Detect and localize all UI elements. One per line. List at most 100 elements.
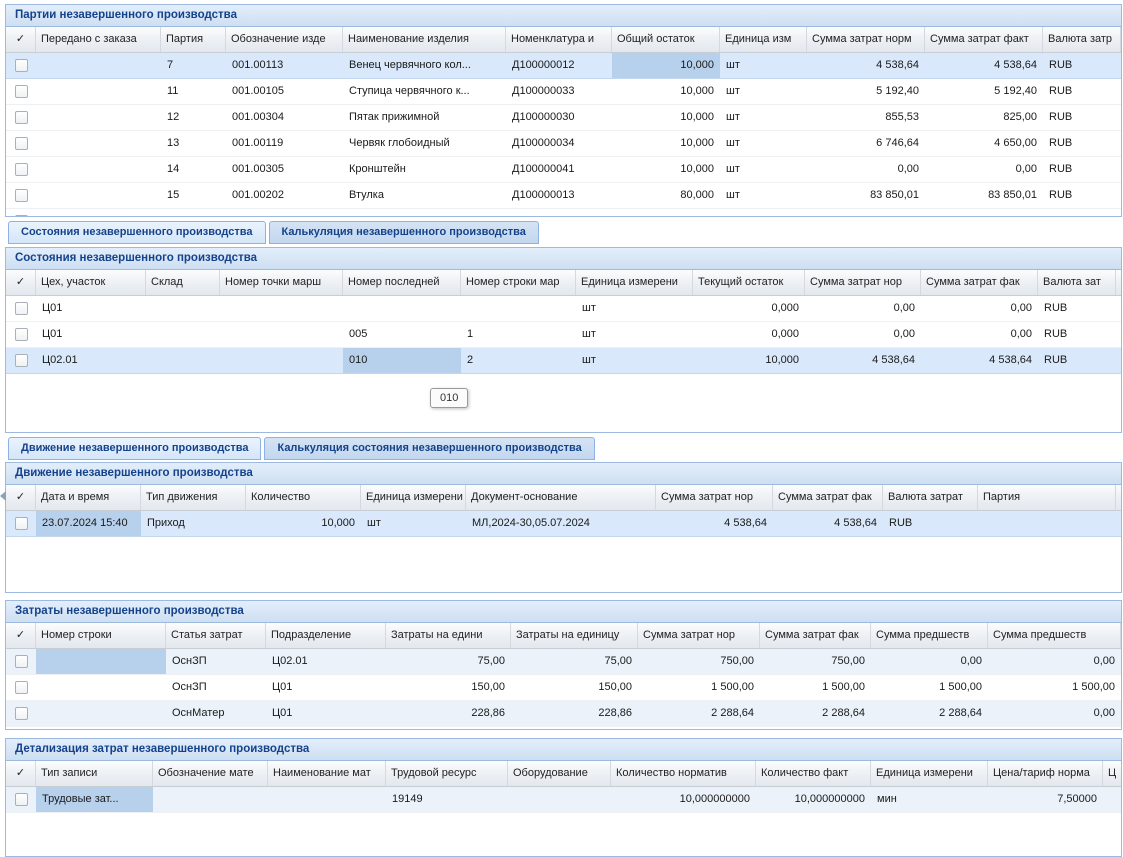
table-cell[interactable]: 21 xyxy=(161,209,226,217)
row-checkbox[interactable] xyxy=(6,131,36,156)
table-cell[interactable]: 0,00 xyxy=(921,322,1038,347)
column-header[interactable]: Сумма затрат нор xyxy=(805,270,921,295)
column-header[interactable]: Номер строки xyxy=(36,623,166,648)
table-cell[interactable]: шт xyxy=(720,209,807,217)
table-cell[interactable] xyxy=(36,105,161,130)
table-cell[interactable]: Ц02.01 xyxy=(36,348,146,373)
table-cell[interactable] xyxy=(220,322,343,347)
table-cell[interactable]: шт xyxy=(576,348,693,373)
table-cell[interactable]: 1 500,00 xyxy=(638,675,760,700)
table-cell[interactable]: шт xyxy=(720,157,807,182)
table-cell[interactable] xyxy=(36,157,161,182)
table-cell[interactable]: Крепление фланцевое xyxy=(343,209,506,217)
table-cell[interactable]: 855,53 xyxy=(807,105,925,130)
column-header[interactable]: Трудовой ресурс xyxy=(386,761,508,786)
table-cell[interactable]: 0,00 xyxy=(807,157,925,182)
column-header[interactable]: Статья затрат xyxy=(166,623,266,648)
column-header[interactable]: Сумма затрат фак xyxy=(760,623,871,648)
table-cell[interactable]: 4 538,64 xyxy=(925,53,1043,78)
column-header[interactable]: Номер точки марш xyxy=(220,270,343,295)
table-row[interactable]: 15001.00202ВтулкаД10000001380,000шт83 85… xyxy=(6,183,1121,209)
table-cell[interactable]: МЛ,2024-30,05.07.2024 xyxy=(466,511,656,536)
table-cell[interactable]: 13 xyxy=(161,131,226,156)
table-row[interactable]: 21001.00401Крепление фланцевоеД100000018… xyxy=(6,209,1121,217)
table-cell[interactable]: 0,00 xyxy=(988,701,1121,726)
table-cell[interactable]: Д100000012 xyxy=(506,53,612,78)
column-header[interactable]: Валюта затр xyxy=(1043,27,1121,52)
column-header[interactable]: Подразделение xyxy=(266,623,386,648)
row-checkbox[interactable] xyxy=(6,675,36,700)
table-cell[interactable]: шт xyxy=(361,511,466,536)
table-cell[interactable]: 2 288,64 xyxy=(871,701,988,726)
column-header[interactable]: Наименование мат xyxy=(268,761,386,786)
table-cell[interactable]: 0,00 xyxy=(805,296,921,321)
table-cell[interactable]: Червяк глобоидный xyxy=(343,131,506,156)
table-cell[interactable]: Ц01 xyxy=(36,322,146,347)
column-header[interactable]: Единица измерени xyxy=(361,485,466,510)
table-cell[interactable]: 001.00119 xyxy=(226,131,343,156)
table-cell[interactable] xyxy=(508,787,611,812)
table-row[interactable]: ОснЗПЦ02.0175,0075,00750,00750,000,000,0… xyxy=(6,649,1121,675)
table-row[interactable]: Ц010051шт0,0000,000,00RUB xyxy=(6,322,1121,348)
table-cell[interactable]: 2 048,00 xyxy=(925,209,1043,217)
table-cell[interactable]: 10,000000000 xyxy=(611,787,756,812)
tab[interactable]: Движение незавершенного производства xyxy=(8,437,261,460)
table-cell[interactable]: шт xyxy=(720,53,807,78)
table-cell[interactable]: 7,50000 xyxy=(988,787,1103,812)
collapse-left-icon[interactable] xyxy=(0,491,6,501)
table-cell[interactable]: RUB xyxy=(1038,296,1116,321)
table-cell[interactable]: 001.00202 xyxy=(226,183,343,208)
table-cell[interactable]: RUB xyxy=(1043,131,1121,156)
column-header[interactable]: Обозначение мате xyxy=(153,761,268,786)
table-cell[interactable]: шт xyxy=(576,322,693,347)
table-cell[interactable] xyxy=(36,79,161,104)
row-checkbox[interactable] xyxy=(6,183,36,208)
table-cell[interactable]: 2 288,64 xyxy=(760,701,871,726)
column-header[interactable]: Сумма предшеств xyxy=(988,623,1121,648)
column-header[interactable]: Валюта зат xyxy=(1038,270,1116,295)
table-cell[interactable]: 5 192,40 xyxy=(925,79,1043,104)
row-checkbox[interactable] xyxy=(6,157,36,182)
table-row[interactable]: Ц01шт0,0000,000,00RUB xyxy=(6,296,1121,322)
table-cell[interactable]: 1 500,00 xyxy=(988,675,1121,700)
table-cell[interactable]: 0,000 xyxy=(693,296,805,321)
table-cell[interactable]: 75,00 xyxy=(386,649,511,674)
table-cell[interactable]: 150,00 xyxy=(511,675,638,700)
column-header[interactable]: Количество норматив xyxy=(611,761,756,786)
table-cell[interactable]: 001.00304 xyxy=(226,105,343,130)
column-header[interactable]: Сумма затрат факт xyxy=(925,27,1043,52)
column-header[interactable]: Дата и время xyxy=(36,485,141,510)
row-checkbox[interactable] xyxy=(6,701,36,726)
table-cell[interactable]: Кронштейн xyxy=(343,157,506,182)
select-all-checkbox-header[interactable]: ✓ xyxy=(6,270,36,295)
table-cell[interactable] xyxy=(36,209,161,217)
table-cell[interactable]: 5 192,40 xyxy=(807,79,925,104)
table-cell[interactable]: 1 xyxy=(461,322,576,347)
column-header[interactable]: Цех, участок xyxy=(36,270,146,295)
tab[interactable]: Калькуляция незавершенного производства xyxy=(269,221,539,244)
table-cell[interactable] xyxy=(36,649,166,674)
table-cell[interactable]: Д100000030 xyxy=(506,105,612,130)
table-cell[interactable]: 10,000 xyxy=(612,131,720,156)
table-cell[interactable]: 1 500,00 xyxy=(760,675,871,700)
table-cell[interactable]: шт xyxy=(720,131,807,156)
table-cell[interactable]: 10,000 xyxy=(612,209,720,217)
column-header[interactable]: Ц xyxy=(1103,761,1121,786)
column-header[interactable]: Сумма затрат норм xyxy=(807,27,925,52)
column-header[interactable]: Передано с заказа xyxy=(36,27,161,52)
column-header[interactable]: Текущий остаток xyxy=(693,270,805,295)
column-header[interactable]: Оборудование xyxy=(508,761,611,786)
table-row[interactable]: ОснМатерЦ01228,86228,862 288,642 288,642… xyxy=(6,701,1121,727)
table-cell[interactable]: 001.00113 xyxy=(226,53,343,78)
table-cell[interactable] xyxy=(461,296,576,321)
table-cell[interactable] xyxy=(36,675,166,700)
row-checkbox[interactable] xyxy=(6,53,36,78)
table-cell[interactable]: 10,000 xyxy=(612,105,720,130)
table-cell[interactable] xyxy=(343,296,461,321)
table-row[interactable]: 13001.00119Червяк глобоидныйД10000003410… xyxy=(6,131,1121,157)
tab[interactable]: Состояния незавершенного производства xyxy=(8,221,266,244)
column-header[interactable]: Сумма предшеств xyxy=(871,623,988,648)
table-cell[interactable]: Ц01 xyxy=(266,675,386,700)
select-all-checkbox-header[interactable]: ✓ xyxy=(6,485,36,510)
column-header[interactable]: Единица измерени xyxy=(576,270,693,295)
